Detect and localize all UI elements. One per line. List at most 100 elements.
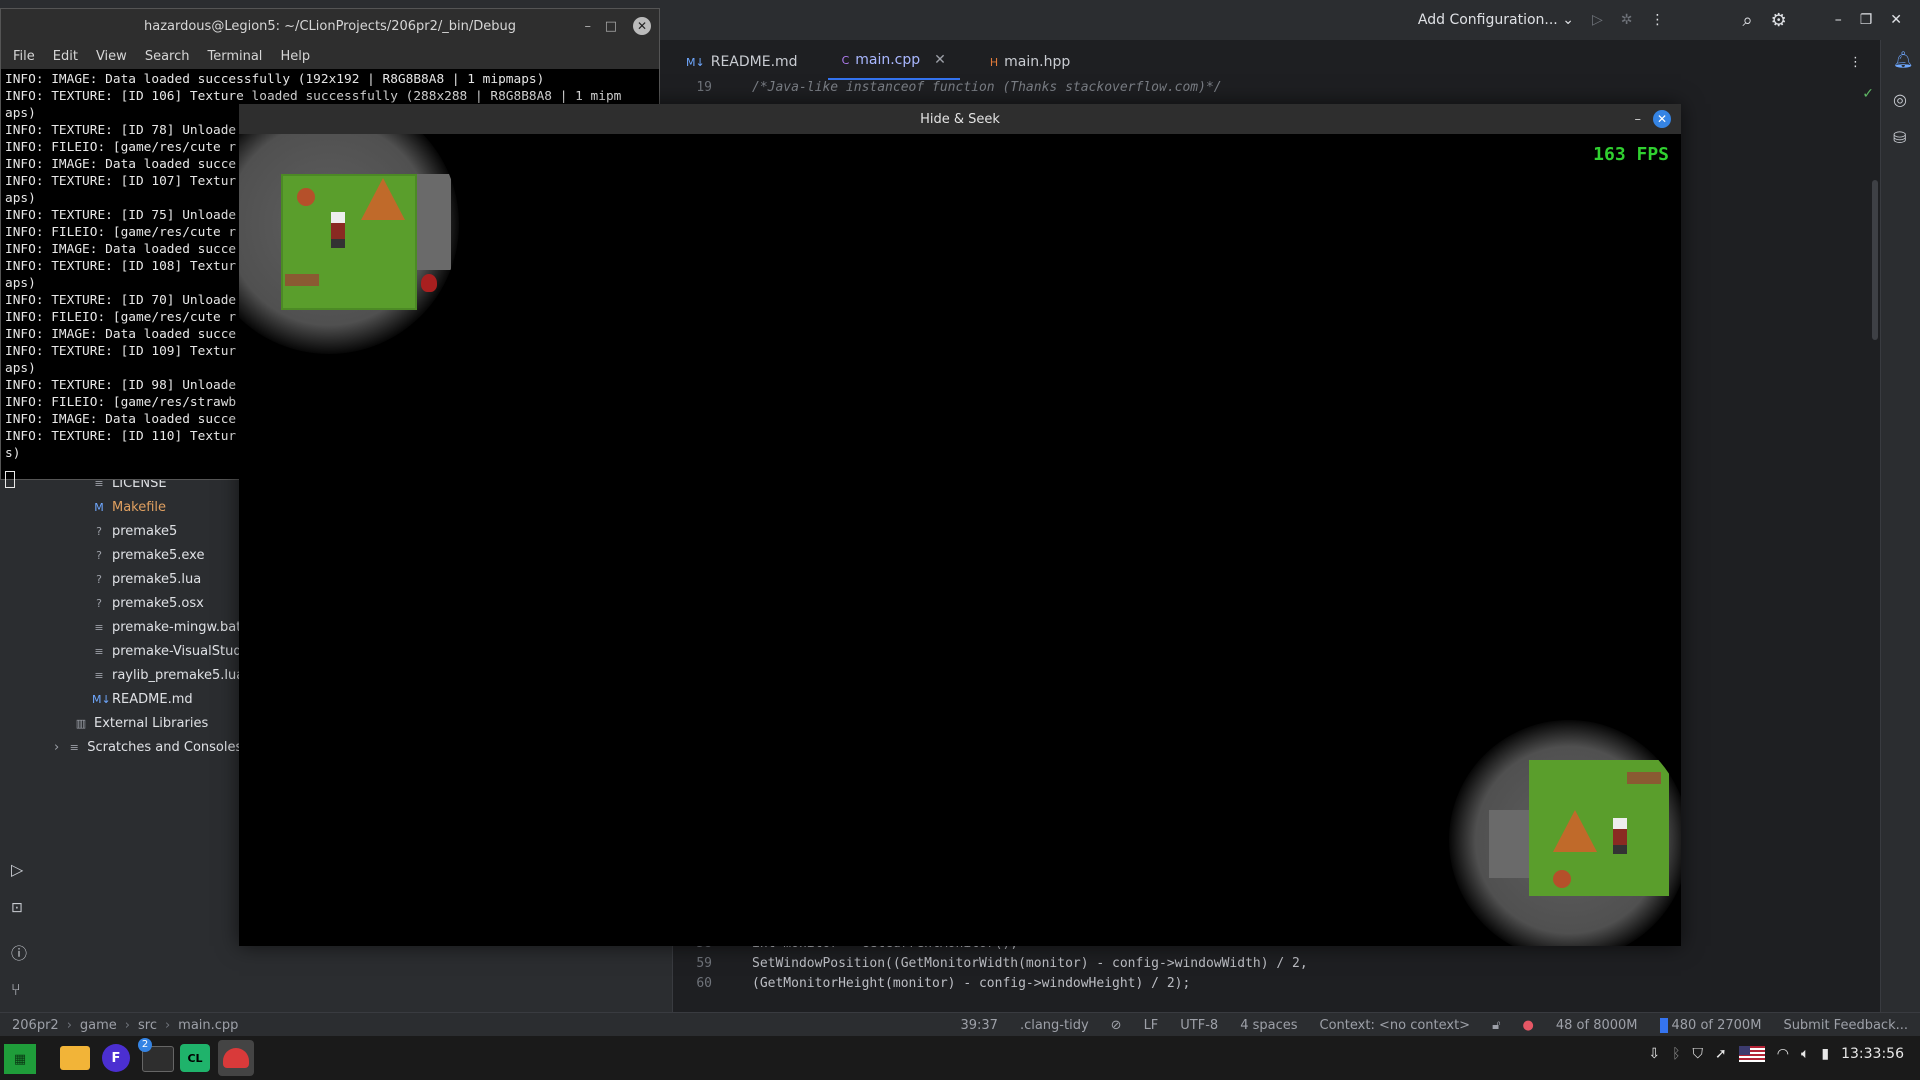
minimize-icon[interactable]: – <box>585 19 592 34</box>
menu-edit[interactable]: Edit <box>53 49 78 64</box>
minimize-icon[interactable]: – <box>1835 12 1842 28</box>
chevron-right-icon[interactable]: › <box>54 740 59 755</box>
clion-icon[interactable]: CL <box>180 1044 210 1072</box>
left-tool-stripe: ▷ ⊡ ⓘ ⑂ <box>0 440 41 1012</box>
breadcrumb-item[interactable]: src <box>138 1018 157 1033</box>
linter-status[interactable]: .clang-tidy <box>1020 1018 1089 1033</box>
memory-indicator[interactable]: 48 of 8000M <box>1556 1018 1638 1033</box>
firefox-icon[interactable]: F <box>102 1044 130 1072</box>
files-icon[interactable] <box>60 1046 90 1070</box>
run-icon[interactable]: ▷ <box>1592 12 1603 28</box>
services-icon[interactable]: ▷ <box>11 860 23 879</box>
maximize-icon[interactable]: □ <box>605 19 617 34</box>
editor-tabs: M↓ README.md Cmain.cpp ✕ Hmain.hpp ⋮ <box>672 40 1880 81</box>
tree-item-makefile[interactable]: M Makefile <box>92 496 166 518</box>
tree-item-raylib-premake5[interactable]: ≡ raylib_premake5.lua <box>92 664 244 686</box>
file-encoding[interactable]: UTF-8 <box>1180 1018 1218 1033</box>
more-icon[interactable]: ⋮ <box>1650 12 1664 28</box>
taskbar: ▦ F 2 CL ⇩ ᛒ ⛉ ➚ ◠ 🔈︎ ▮ 13:33:56 <box>0 1036 1920 1080</box>
context-selector[interactable]: Context: <no context> <box>1320 1018 1471 1033</box>
cursor-position[interactable]: 39:37 <box>960 1018 997 1033</box>
text-file-icon: ≡ <box>94 644 104 658</box>
game-title: Hide & Seek <box>920 111 1000 127</box>
vision-spotlight <box>239 134 459 354</box>
search-icon[interactable]: ⌕ <box>1742 10 1752 31</box>
terminal-titlebar[interactable]: hazardous@Legion5: ~/CLionProjects/206pr… <box>1 9 659 43</box>
restore-icon[interactable]: ❐ <box>1860 12 1873 28</box>
tab-readme[interactable]: M↓ README.md <box>672 44 812 80</box>
update-icon[interactable]: ➚ <box>1715 1046 1727 1062</box>
gear-icon[interactable]: ⚙ <box>1771 10 1787 31</box>
tree-item-premake-visualstudio[interactable]: ≡ premake-VisualStud <box>92 640 241 662</box>
signpost-sprite <box>1627 772 1661 784</box>
error-icon[interactable]: ● <box>1523 1018 1534 1033</box>
volume-icon[interactable]: 🔈︎ <box>1801 1046 1809 1062</box>
rock-tile <box>417 174 451 270</box>
us-flag-icon[interactable] <box>1738 1046 1765 1062</box>
problems-icon[interactable]: ⓘ <box>11 940 27 964</box>
tree-item-external-libraries[interactable]: ▥ External Libraries <box>74 712 208 734</box>
shield-icon[interactable]: ⛉ <box>1693 1046 1704 1062</box>
tree-item-premake5-exe[interactable]: ? premake5.exe <box>92 544 204 566</box>
notifications-icon[interactable]: 🔔︎ <box>1893 50 1913 69</box>
text-file-icon: ≡ <box>94 620 104 634</box>
menu-terminal[interactable]: Terminal <box>207 49 262 64</box>
app-menu-icon[interactable]: ▦ <box>4 1044 36 1074</box>
tabs-more-icon[interactable]: ⋮ <box>1849 55 1862 70</box>
battery-icon[interactable]: ▮ <box>1821 1046 1829 1062</box>
menu-search[interactable]: Search <box>145 49 190 64</box>
breadcrumb: 206pr2 › game › src › main.cpp <box>12 1017 239 1033</box>
add-configuration-button[interactable]: Add Configuration... ⌄ <box>1418 12 1574 28</box>
ai-assistant-icon[interactable]: ◎ <box>1893 90 1907 109</box>
wifi-icon[interactable]: ◠ <box>1777 1046 1789 1062</box>
inspection-icon[interactable]: ⊘ <box>1111 1018 1122 1033</box>
unknown-file-icon: ? <box>96 596 102 610</box>
game-app-icon[interactable] <box>218 1040 254 1076</box>
cpp-file-icon: C <box>841 53 850 67</box>
player-sprite <box>1613 818 1627 854</box>
editor-scrollbar[interactable] <box>1872 180 1878 340</box>
submit-feedback-link[interactable]: Submit Feedback... <box>1783 1018 1908 1033</box>
tab-main-hpp[interactable]: Hmain.hpp <box>976 44 1084 80</box>
tree-item-scratches[interactable]: › ≡ Scratches and Consoles <box>54 736 242 758</box>
bluetooth-icon[interactable]: ᛒ <box>1672 1046 1680 1062</box>
tree-item-premake5[interactable]: ? premake5 <box>92 520 177 542</box>
close-icon[interactable]: ✕ <box>1890 12 1902 28</box>
text-file-icon: ≡ <box>94 668 104 682</box>
breadcrumb-item[interactable]: 206pr2 <box>12 1018 59 1033</box>
git-icon[interactable]: ⑂ <box>11 980 21 999</box>
markdown-icon: M↓ <box>686 55 705 69</box>
flower-sprite <box>297 188 315 206</box>
tab-main-cpp[interactable]: Cmain.cpp ✕ <box>827 42 960 80</box>
database-icon[interactable]: ⛁ <box>1893 128 1906 147</box>
markdown-icon: M↓ <box>92 692 111 706</box>
tree-item-readme[interactable]: M↓ README.md <box>92 688 193 710</box>
line-separator[interactable]: LF <box>1144 1018 1159 1033</box>
menu-view[interactable]: View <box>96 49 127 64</box>
close-tab-icon[interactable]: ✕ <box>934 52 946 68</box>
game-titlebar[interactable]: Hide & Seek – ✕ <box>239 104 1681 134</box>
minimize-icon[interactable]: – <box>1635 112 1642 127</box>
ide-actions: Add Configuration... ⌄ ▷ ✲ ⋮ ⌕ ⚙ – ❐ ✕ <box>1418 0 1920 40</box>
game-canvas[interactable]: 163 FPS <box>239 134 1681 946</box>
breadcrumb-item[interactable]: game <box>80 1018 117 1033</box>
clock[interactable]: 13:33:56 <box>1841 1046 1904 1062</box>
menu-file[interactable]: File <box>13 49 35 64</box>
library-icon: ▥ <box>75 716 87 730</box>
close-icon[interactable]: ✕ <box>633 17 651 35</box>
debug-icon[interactable]: ✲ <box>1621 12 1633 28</box>
tree-item-premake-mingw[interactable]: ≡ premake-mingw.bat <box>92 616 241 638</box>
unknown-file-icon: ? <box>96 572 102 586</box>
close-icon[interactable]: ✕ <box>1653 110 1671 128</box>
breadcrumb-item[interactable]: main.cpp <box>178 1018 238 1033</box>
terminal-icon[interactable]: ⊡ <box>11 900 23 916</box>
indent-setting[interactable]: 4 spaces <box>1240 1018 1297 1033</box>
heap-indicator[interactable]: 480 of 2700M <box>1659 1017 1761 1033</box>
menu-help[interactable]: Help <box>280 49 310 64</box>
tree-item-premake5-lua[interactable]: ? premake5.lua <box>92 568 201 590</box>
usb-icon[interactable]: ⇩ <box>1648 1046 1660 1062</box>
lock-icon[interactable]: 🔓︎ <box>1492 1018 1500 1033</box>
tree-item-premake5-osx[interactable]: ? premake5.osx <box>92 592 204 614</box>
unknown-file-icon: ? <box>96 548 102 562</box>
right-tool-stripe: 🔔︎ ◎ ⛁ <box>1880 40 1920 1012</box>
